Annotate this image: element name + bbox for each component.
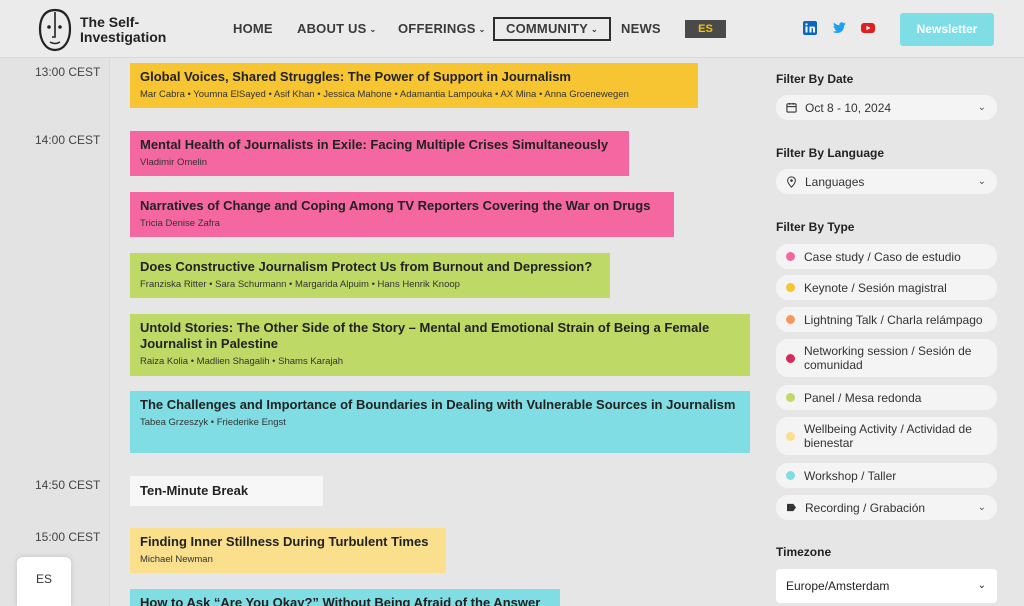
case-study-dot-icon bbox=[786, 252, 795, 261]
session-title: Narratives of Change and Coping Among TV… bbox=[140, 198, 651, 213]
newsletter-button[interactable]: Newsletter bbox=[900, 13, 994, 46]
session-title: How to Ask “Are You Okay?” Without Being… bbox=[140, 595, 541, 606]
session-speakers: Tricia Denise Zafra bbox=[140, 218, 220, 229]
session-speakers: Vladimir Omelin bbox=[140, 157, 208, 168]
logo-text-line1: The Self- bbox=[80, 14, 140, 30]
type-filter-workshop[interactable]: Workshop / Taller bbox=[776, 463, 997, 488]
type-filter-networking[interactable]: Networking session / Sesión de comunidad bbox=[776, 339, 997, 377]
time-label: 15:00 CEST bbox=[35, 530, 101, 544]
time-label: 14:00 CEST bbox=[35, 133, 101, 147]
type-filter-label: Keynote / Sesión magistral bbox=[804, 280, 947, 295]
chevron-down-icon: ⌄ bbox=[590, 25, 598, 34]
language-filter-value: Languages bbox=[805, 174, 865, 189]
networking-dot-icon bbox=[786, 353, 795, 363]
date-filter-select[interactable]: Oct 8 - 10, 2024 ⌄ bbox=[776, 95, 997, 120]
session-card[interactable]: Finding Inner Stillness During Turbulent… bbox=[130, 528, 446, 573]
type-filter-label: Case study / Caso de estudio bbox=[804, 249, 961, 264]
youtube-icon[interactable] bbox=[860, 20, 876, 36]
floating-language-button[interactable]: ES bbox=[17, 557, 71, 606]
type-filter-case-study[interactable]: Case study / Caso de estudio bbox=[776, 244, 997, 269]
session-title: Untold Stories: The Other Side of the St… bbox=[140, 320, 710, 351]
session-speakers: Mar Cabra • Youmna ElSayed • Asif Khan •… bbox=[140, 89, 629, 100]
filter-language-label: Filter By Language bbox=[776, 146, 885, 160]
chevron-down-icon: ⌄ bbox=[478, 25, 486, 34]
session-card[interactable]: Mental Health of Journalists in Exile: F… bbox=[130, 131, 629, 176]
nav-news[interactable]: NEWS bbox=[621, 17, 661, 41]
chevron-down-icon: ⌄ bbox=[369, 25, 377, 34]
chevron-down-icon: ⌄ bbox=[977, 502, 986, 513]
session-card[interactable]: How to Ask “Are You Okay?” Without Being… bbox=[130, 589, 560, 606]
logo-text-line2: Investigation bbox=[80, 29, 167, 45]
nav-offerings-label: OFFERINGS bbox=[398, 21, 476, 36]
session-card[interactable]: Global Voices, Shared Struggles: The Pow… bbox=[130, 63, 698, 108]
nav-offerings[interactable]: OFFERINGS ⌄ bbox=[398, 17, 486, 41]
session-card[interactable]: Untold Stories: The Other Side of the St… bbox=[130, 314, 750, 376]
type-filter-label: Workshop / Taller bbox=[804, 468, 897, 483]
filter-type-label: Filter By Type bbox=[776, 220, 855, 234]
keynote-dot-icon bbox=[786, 283, 795, 292]
nav-community[interactable]: COMMUNITY ⌄ bbox=[493, 17, 611, 41]
session-speakers: Franziska Ritter • Sara Schurmann • Marg… bbox=[140, 279, 460, 290]
lightning-talk-dot-icon bbox=[786, 315, 795, 324]
linkedin-icon[interactable] bbox=[802, 20, 818, 36]
session-title: The Challenges and Importance of Boundar… bbox=[140, 397, 736, 412]
type-filter-keynote[interactable]: Keynote / Sesión magistral bbox=[776, 275, 997, 300]
date-filter-value: Oct 8 - 10, 2024 bbox=[805, 100, 892, 115]
logo-text: The Self- Investigation bbox=[80, 15, 166, 45]
session-card[interactable]: Does Constructive Journalism Protect Us … bbox=[130, 253, 610, 298]
timezone-label: Timezone bbox=[776, 545, 832, 559]
break-title: Ten-Minute Break bbox=[140, 483, 249, 498]
session-speakers: Tabea Grzeszyk • Friederike Engst bbox=[140, 417, 286, 428]
session-card[interactable]: The Challenges and Importance of Boundar… bbox=[130, 391, 750, 453]
session-title: Mental Health of Journalists in Exile: F… bbox=[140, 137, 609, 152]
type-filter-panel[interactable]: Panel / Mesa redonda bbox=[776, 385, 997, 410]
timezone-value: Europe/Amsterdam bbox=[786, 579, 890, 593]
session-title: Global Voices, Shared Struggles: The Pow… bbox=[140, 69, 571, 84]
nav-about-label: ABOUT US bbox=[297, 21, 367, 36]
face-logo-icon bbox=[38, 8, 72, 52]
session-card[interactable]: Narratives of Change and Coping Among TV… bbox=[130, 192, 674, 237]
site-header: The Self- Investigation HOME ABOUT US ⌄ O… bbox=[0, 0, 1024, 58]
nav-community-label: COMMUNITY bbox=[506, 21, 588, 36]
nav-home-label: HOME bbox=[233, 21, 273, 36]
type-filter-lightning-talk[interactable]: Lightning Talk / Charla relámpago bbox=[776, 307, 997, 332]
chevron-down-icon: ⌄ bbox=[977, 176, 986, 187]
twitter-icon[interactable] bbox=[831, 20, 847, 36]
type-filter-wellbeing[interactable]: Wellbeing Activity / Actividad de bienes… bbox=[776, 417, 997, 455]
tag-icon bbox=[787, 503, 796, 512]
session-title: Does Constructive Journalism Protect Us … bbox=[140, 259, 593, 274]
session-speakers: Raiza Kolia • Madlien Shagalih • Shams K… bbox=[140, 356, 344, 367]
time-label: 13:00 CEST bbox=[35, 65, 101, 79]
break-card: Ten-Minute Break bbox=[130, 476, 323, 506]
type-filter-label: Recording / Grabación bbox=[805, 500, 926, 515]
nav-home[interactable]: HOME bbox=[233, 17, 273, 41]
session-title: Finding Inner Stillness During Turbulent… bbox=[140, 534, 429, 549]
language-switch-button[interactable]: ES bbox=[685, 20, 726, 38]
site-logo[interactable]: The Self- Investigation bbox=[37, 7, 166, 53]
filter-date-label: Filter By Date bbox=[776, 72, 854, 86]
nav-about-us[interactable]: ABOUT US ⌄ bbox=[297, 17, 376, 41]
time-label: 14:50 CEST bbox=[35, 478, 101, 492]
calendar-icon bbox=[786, 102, 797, 113]
nav-news-label: NEWS bbox=[621, 21, 661, 36]
type-filter-label: Wellbeing Activity / Actividad de bienes… bbox=[804, 422, 972, 450]
language-filter-select[interactable]: Languages ⌄ bbox=[776, 169, 997, 194]
chevron-down-icon: ⌄ bbox=[977, 580, 986, 591]
session-speakers: Michael Newman bbox=[140, 554, 213, 565]
type-filter-recording[interactable]: Recording / Grabación ⌄ bbox=[776, 495, 997, 520]
type-filter-label: Networking session / Sesión de comunidad bbox=[804, 344, 972, 372]
workshop-dot-icon bbox=[786, 471, 795, 480]
type-filter-label: Panel / Mesa redonda bbox=[804, 390, 922, 405]
timezone-select[interactable]: Europe/Amsterdam ⌄ bbox=[776, 569, 997, 603]
wellbeing-dot-icon bbox=[786, 431, 795, 441]
chevron-down-icon: ⌄ bbox=[977, 102, 986, 113]
location-pin-icon bbox=[787, 175, 796, 188]
panel-dot-icon bbox=[786, 393, 795, 402]
type-filter-label: Lightning Talk / Charla relámpago bbox=[804, 312, 983, 327]
